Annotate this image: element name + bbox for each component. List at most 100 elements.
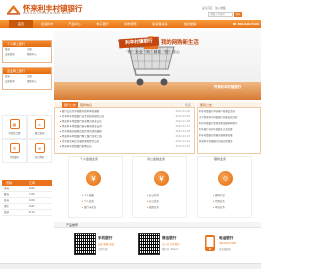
cell-currency: 英镑 xyxy=(4,211,10,214)
banner-title: 我的网购新生活 xyxy=(161,40,199,46)
add-favorite-link[interactable]: 加入收藏 xyxy=(215,7,225,10)
product-subtitle: 400-820-5166 xyxy=(219,242,236,245)
service-link[interactable]: 个人储蓄 xyxy=(82,193,94,197)
product-name[interactable]: 电话银行 xyxy=(219,236,233,241)
quick-forex[interactable]: ⊕ 外汇牌价 xyxy=(27,139,52,163)
service-link[interactable]: 代理业务 xyxy=(213,199,225,203)
service-link[interactable]: 中间业务 xyxy=(213,205,225,209)
bullet-icon xyxy=(60,120,61,122)
list-item[interactable]: 利丰银行召开年度股东大会纪要 xyxy=(199,128,259,133)
bullet-icon xyxy=(60,145,61,147)
quick-mobile-label: 手机银行 xyxy=(9,156,20,159)
notice-title: 怀来利丰村镇银行网上银行正式上线 xyxy=(61,135,102,138)
notice-date: 2012-12-23 xyxy=(175,145,190,148)
cell-rate: 0.06 xyxy=(29,199,35,202)
service-card-title[interactable]: 个人金融业务 xyxy=(80,157,98,161)
notice-date: 2012-12-30 xyxy=(175,110,190,113)
list-item[interactable]: 关于利丰村镇银行业务系统升级的公告 2012-12-29 xyxy=(60,115,190,119)
bullet-icon xyxy=(60,125,61,127)
quick-forex-label: 外汇牌价 xyxy=(34,156,45,159)
quick-calculator[interactable]: ▦ 存贷款计算 xyxy=(2,115,27,139)
product-action[interactable]: 立即下载 xyxy=(98,247,108,251)
notice-more-link[interactable]: 更多 xyxy=(183,102,193,108)
service-card-title[interactable]: 对公金融业务 xyxy=(147,157,165,161)
cell-currency: 港币 xyxy=(4,205,10,208)
quick-mobile[interactable]: ✆ 手机银行 xyxy=(2,139,27,163)
notice-date: 2012-12-24 xyxy=(175,140,190,143)
quick-branch-label: 网点查询 xyxy=(34,132,45,135)
coin-icon: ◎ xyxy=(218,171,233,186)
tab-finance-info[interactable]: 理财信息 xyxy=(78,102,94,108)
notice-title: 怀来利丰村镇银行招聘公告 xyxy=(61,145,92,148)
nav-item-home[interactable]: 首页 xyxy=(9,20,33,28)
service-link[interactable]: 银行卡业务 xyxy=(82,205,97,209)
nav-item-investor[interactable]: 投资者关系 xyxy=(145,20,175,28)
list-item[interactable]: 怀来利丰村镇银行网上银行正式上线 2012-12-25 xyxy=(60,135,190,139)
nav-item-ebank[interactable]: 电子银行 xyxy=(89,20,116,28)
bullet-icon xyxy=(60,135,61,137)
notice-date: 2012-12-29 xyxy=(175,115,190,118)
list-item[interactable]: 关于防范电信诈骗的风险提示公告 2012-12-24 xyxy=(60,140,190,144)
nav-item-about[interactable]: 走进利丰 xyxy=(34,20,60,28)
service-link[interactable]: 对公贷款 xyxy=(147,199,159,203)
list-item[interactable]: 怀来利丰村镇银行招聘公告 2012-12-23 xyxy=(60,145,190,149)
list-item[interactable]: 怀来利丰村镇银行春节期间营业安排 2012-12-27 xyxy=(60,125,190,129)
service-link[interactable]: 个人贷款 xyxy=(82,199,94,203)
product-action: 微信号: lfbank xyxy=(162,248,179,251)
quick-branch[interactable]: ⌂ 网点查询 xyxy=(27,115,52,139)
hotline-number: ☎ 400-820-5166 xyxy=(232,21,259,26)
service-link[interactable]: 对公存款 xyxy=(147,193,159,197)
list-item[interactable]: 利丰村镇银行积极开展普惠金融 xyxy=(199,134,259,139)
nav-item-products[interactable]: 产品中心 xyxy=(61,20,88,28)
bank-name-english: HUAILAI LIFENG RURAL BANK xyxy=(23,12,72,15)
enterprise-login-link[interactable]: 登录 xyxy=(5,75,27,78)
cell-currency: 欧元 xyxy=(4,193,10,196)
service-link[interactable]: 结算业务 xyxy=(147,205,159,209)
personal-query-link[interactable]: 交易查询 xyxy=(5,53,27,56)
list-item[interactable]: 关于开展金融知识宣传月活动的通知 2012-12-26 xyxy=(60,130,190,134)
phone-icon: ✆ xyxy=(9,143,20,153)
enterprise-ebank-panel: 企业网上银行 登录 注册 交易查询 帮助中心 xyxy=(2,67,52,90)
notice-date: 2012-12-28 xyxy=(175,120,190,123)
search-button[interactable]: 搜索 xyxy=(234,12,242,17)
set-homepage-link[interactable]: 设为首页 xyxy=(202,7,212,10)
notice-title: 银行公告关于调整存款利率的通知 xyxy=(61,110,100,113)
list-item[interactable]: 银行公告关于调整存款利率的通知 2012-12-30 xyxy=(60,110,190,114)
search-input[interactable]: 请输入关键字 xyxy=(208,12,233,17)
nav-item-disclosure[interactable]: 信息披露 xyxy=(176,20,204,28)
enterprise-help-link[interactable]: 帮助中心 xyxy=(27,80,49,83)
qr-code-icon xyxy=(138,233,160,255)
notice-date: 2012-12-25 xyxy=(175,135,190,138)
cell-rate: 6.82 xyxy=(29,187,35,190)
cell-rate: 7.60 xyxy=(29,193,35,196)
product-name[interactable]: 手机银行 xyxy=(98,236,112,241)
tab-bank-notice[interactable]: 银行公告 xyxy=(62,102,79,108)
yuan-icon: ￥ xyxy=(154,171,169,186)
list-item[interactable]: 利丰村镇银行举办客户答谢会活动 xyxy=(199,110,259,115)
personal-ebank-panel: 个人网上银行 登录 注册 交易查询 帮助中心 xyxy=(2,40,52,63)
main-nav: 首页 走进利丰 产品中心 电子银行 利丰服务 投资者关系 信息披露 ☎ 400-… xyxy=(0,20,261,28)
personal-login-link[interactable]: 登录 xyxy=(5,48,27,51)
service-link[interactable]: 理财产品 xyxy=(213,193,225,197)
list-item[interactable]: 利丰村镇银行荣获优秀金融机构称号 xyxy=(199,122,259,127)
list-item[interactable]: 怀来利丰村镇银行营业网点开业公告 2012-12-28 xyxy=(60,120,190,124)
qr-code-icon xyxy=(74,233,96,255)
exchange-rate-table: 币种 汇率 美元 6.82 欧元 7.60 日元 0.06 港币 0.87 英镑 8.72 xyxy=(2,180,52,216)
notice-date: 2012-12-27 xyxy=(175,125,190,128)
quick-calculator-label: 存贷款计算 xyxy=(8,132,21,135)
hero-banner[interactable]: 利丰村镇银行 我的网购新生活 "购" 安全 "购" 精彩 "购" 放心 怀来利丰… xyxy=(54,30,261,100)
enterprise-register-link[interactable]: 注册 xyxy=(27,75,49,78)
personal-register-link[interactable]: 注册 xyxy=(27,48,49,51)
nav-item-service[interactable]: 利丰服务 xyxy=(117,20,144,28)
notice-date: 2012-12-26 xyxy=(175,130,190,133)
product-name[interactable]: 微信银行 xyxy=(162,236,176,241)
enterprise-query-link[interactable]: 交易查询 xyxy=(5,80,27,83)
list-item[interactable]: 关于怀来利丰村镇银行开展支农活动 xyxy=(199,116,259,121)
service-card-title[interactable]: 理财业务 xyxy=(214,157,226,161)
building-icon: ⌂ xyxy=(34,119,45,129)
personal-help-link[interactable]: 帮助中心 xyxy=(27,53,49,56)
bank-logo-icon xyxy=(7,5,20,15)
product-subtitle: 扫一扫 关注我们 xyxy=(162,243,180,246)
list-item[interactable]: 怀来利丰村镇银行开展志愿服务 xyxy=(199,140,259,145)
phone-icon xyxy=(205,235,215,251)
